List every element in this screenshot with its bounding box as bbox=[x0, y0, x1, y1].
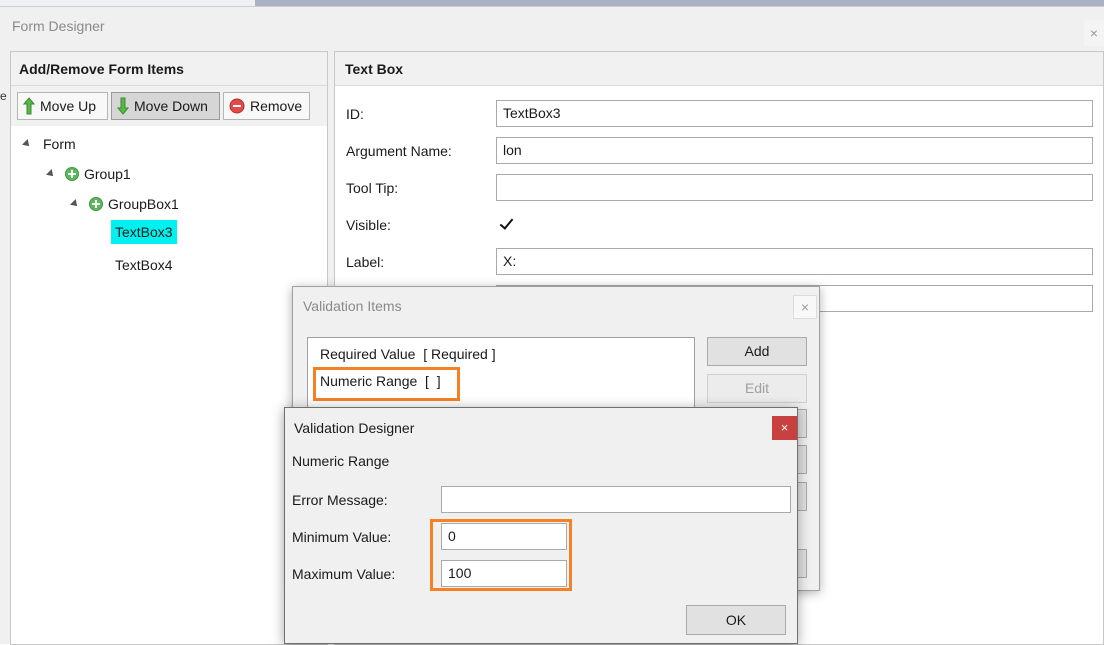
id-label: ID: bbox=[346, 106, 364, 122]
remove-button[interactable]: Remove bbox=[223, 92, 310, 120]
argument-name-label: Argument Name: bbox=[346, 143, 452, 159]
minimum-value-label: Minimum Value: bbox=[292, 529, 392, 545]
form-items-header: Add/Remove Form Items bbox=[11, 52, 327, 86]
tree-node-groupbox1[interactable]: GroupBox1 bbox=[70, 196, 179, 212]
close-icon[interactable]: × bbox=[793, 295, 817, 319]
list-item[interactable]: Required Value [ Required ] bbox=[320, 346, 496, 362]
properties-header: Text Box bbox=[335, 52, 1103, 86]
validation-designer-dialog: Validation Designer × Numeric Range Erro… bbox=[284, 407, 798, 644]
tree-node-textbox3-selected[interactable]: TextBox3 bbox=[111, 220, 177, 244]
error-message-input[interactable] bbox=[441, 486, 791, 513]
label-label: Label: bbox=[346, 254, 385, 270]
dialog-title: Validation Designer bbox=[294, 420, 415, 436]
arrow-up-icon bbox=[23, 97, 35, 115]
highlight-box bbox=[430, 519, 572, 591]
visible-checkbox[interactable] bbox=[498, 216, 514, 232]
window-title: Form Designer bbox=[12, 18, 105, 34]
argument-name-input[interactable]: lon bbox=[496, 137, 1093, 164]
move-up-label: Move Up bbox=[40, 98, 97, 114]
ok-button[interactable]: OK bbox=[686, 605, 786, 635]
form-items-toolbar: Move Up Move Down Remove bbox=[11, 86, 327, 126]
tooltip-label: Tool Tip: bbox=[346, 180, 399, 196]
add-button[interactable]: Add bbox=[707, 337, 807, 366]
remove-label: Remove bbox=[250, 98, 303, 114]
move-down-button[interactable]: Move Down bbox=[111, 92, 220, 120]
add-circle-icon bbox=[65, 167, 79, 181]
tree-node-form[interactable]: Form bbox=[22, 136, 76, 152]
expand-triangle-icon[interactable] bbox=[22, 139, 32, 149]
tree-node-textbox4[interactable]: TextBox4 bbox=[115, 257, 173, 273]
tree-node-group1[interactable]: Group1 bbox=[46, 166, 131, 182]
form-items-panel: Add/Remove Form Items Move Up Move Down … bbox=[10, 51, 328, 645]
maximum-value-label: Maximum Value: bbox=[292, 566, 396, 582]
tree-node-label: GroupBox1 bbox=[108, 196, 179, 212]
tree-node-label: Group1 bbox=[84, 166, 131, 182]
label-input[interactable]: X: bbox=[496, 248, 1093, 275]
expand-triangle-icon[interactable] bbox=[46, 169, 56, 179]
move-down-label: Move Down bbox=[134, 98, 208, 114]
close-icon[interactable]: × bbox=[772, 416, 797, 440]
move-up-button[interactable]: Move Up bbox=[17, 92, 108, 120]
highlight-box bbox=[313, 367, 460, 401]
edit-button[interactable]: Edit bbox=[707, 374, 807, 403]
visible-label: Visible: bbox=[346, 217, 391, 233]
arrow-down-icon bbox=[117, 97, 129, 115]
tooltip-input[interactable] bbox=[496, 174, 1093, 201]
remove-icon bbox=[229, 98, 245, 114]
tree-node-label: Form bbox=[43, 136, 76, 152]
clipped-text: e bbox=[0, 89, 7, 103]
dialog-title: Validation Items bbox=[303, 298, 402, 314]
validation-type-label: Numeric Range bbox=[292, 453, 390, 469]
close-icon[interactable]: × bbox=[1084, 20, 1104, 46]
error-message-label: Error Message: bbox=[292, 492, 388, 508]
expand-triangle-icon[interactable] bbox=[70, 199, 80, 209]
id-input[interactable]: TextBox3 bbox=[496, 100, 1093, 127]
add-circle-icon bbox=[89, 197, 103, 211]
